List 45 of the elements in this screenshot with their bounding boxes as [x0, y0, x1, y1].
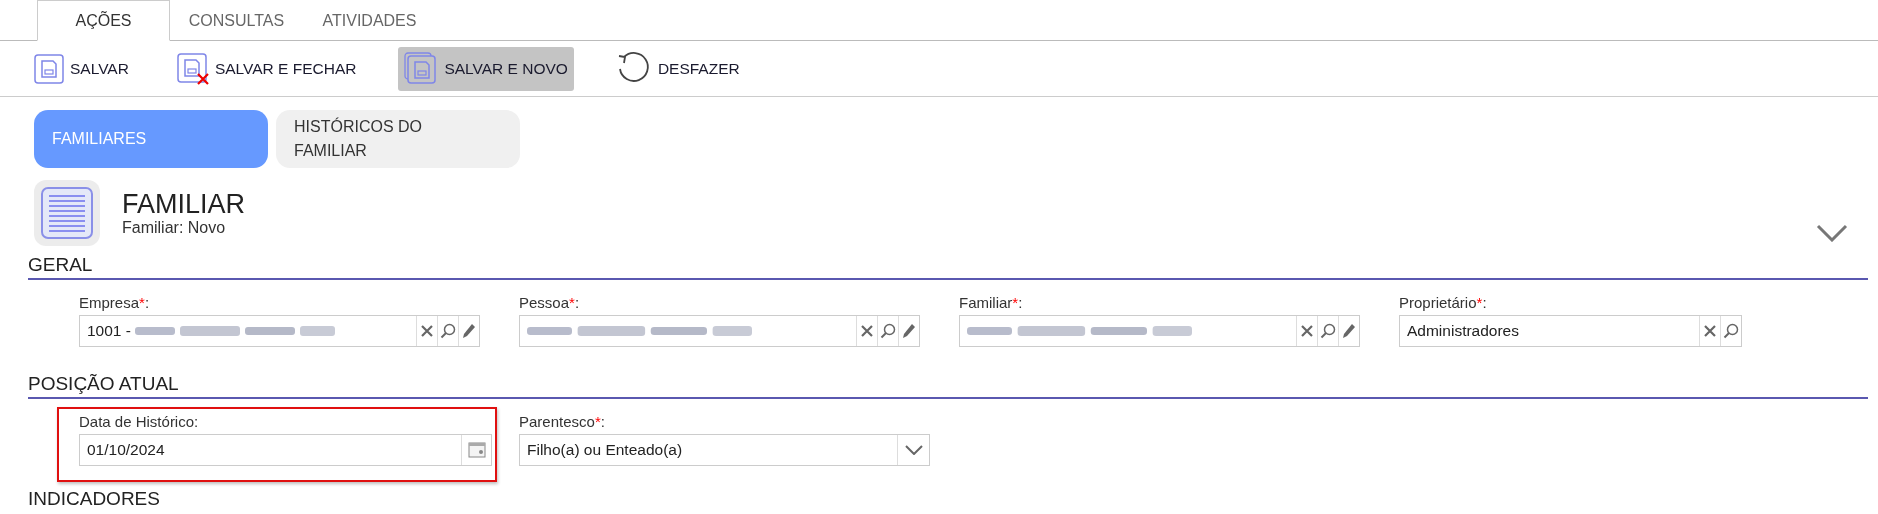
pencil-icon[interactable]	[462, 323, 476, 339]
date-field[interactable]: 01/10/2024	[79, 434, 492, 466]
field-value: 1001 -	[87, 321, 132, 342]
calendar-icon[interactable]	[467, 442, 486, 458]
field-label: Familiar*:	[959, 294, 1024, 312]
form-subtitle: Familiar: Novo	[122, 219, 227, 237]
toolbar-button[interactable]: DESFAZER	[609, 46, 746, 91]
field-value: 01/10/2024	[86, 440, 166, 461]
close-icon[interactable]	[1703, 324, 1717, 338]
field-value: Administradores	[1406, 321, 1520, 342]
chevron-down-icon[interactable]	[904, 445, 923, 455]
lookup-field[interactable]	[959, 315, 1360, 347]
tab[interactable]: ATIVIDADES	[303, 0, 436, 41]
search-icon[interactable]	[440, 323, 456, 339]
close-icon[interactable]	[1300, 324, 1314, 338]
close-icon[interactable]	[420, 324, 434, 338]
tab[interactable]: AÇÕES	[37, 0, 170, 41]
field-label: Pessoa*:	[519, 294, 581, 312]
section-heading: INDICADORES	[28, 488, 160, 509]
toolbar-button[interactable]: SALVAR E FECHAR	[170, 46, 363, 91]
search-icon[interactable]	[880, 323, 896, 339]
form-title: FAMILIAR	[122, 189, 246, 219]
close-icon[interactable]	[860, 324, 874, 338]
section-heading: GERAL	[28, 254, 93, 275]
floppy-disk-delete-icon	[176, 52, 209, 85]
field-label: Empresa*:	[79, 294, 151, 312]
lookup-field[interactable]: 1001 -	[79, 315, 480, 347]
pencil-icon[interactable]	[1342, 323, 1356, 339]
search-icon[interactable]	[1320, 323, 1336, 339]
section-heading: POSIÇÃO ATUAL	[28, 373, 179, 394]
field-label: Data de Histórico:	[79, 413, 200, 431]
section-tab[interactable]: HISTÓRICOS DO FAMILIAR	[276, 110, 520, 168]
dropdown-field[interactable]: Filho(a) ou Enteado(a)	[519, 434, 930, 466]
field-label: Parentesco*:	[519, 413, 606, 431]
chevron-down-icon[interactable]	[1816, 224, 1848, 242]
toolbar-button[interactable]: SALVAR	[28, 46, 135, 91]
pencil-icon[interactable]	[902, 323, 916, 339]
field-label: Proprietário*:	[1399, 294, 1488, 312]
tab[interactable]: CONSULTAS	[170, 0, 303, 41]
lookup-field[interactable]	[519, 315, 920, 347]
field-value: Filho(a) ou Enteado(a)	[526, 440, 684, 461]
lookup-field[interactable]: Administradores	[1399, 315, 1742, 347]
toolbar-button[interactable]: SALVAR E NOVO	[398, 46, 574, 91]
search-icon[interactable]	[1723, 323, 1739, 339]
document-icon	[34, 180, 100, 246]
